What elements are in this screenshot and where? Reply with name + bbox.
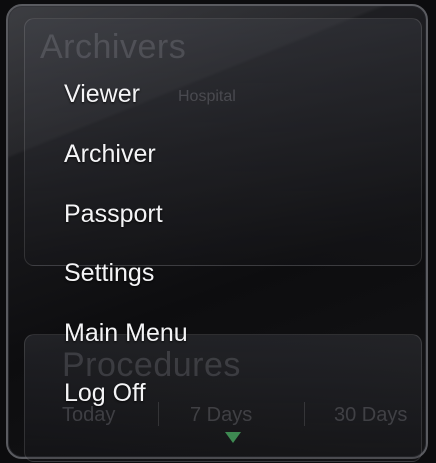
menu-item-passport[interactable]: Passport	[64, 194, 163, 234]
main-menu-list: Viewer Archiver Passport Settings Main M…	[0, 0, 436, 463]
menu-item-log-off[interactable]: Log Off	[64, 373, 146, 413]
menu-item-main-menu[interactable]: Main Menu	[64, 313, 188, 353]
menu-item-settings[interactable]: Settings	[64, 253, 154, 293]
menu-item-viewer[interactable]: Viewer	[64, 74, 140, 114]
menu-item-archiver[interactable]: Archiver	[64, 134, 156, 174]
